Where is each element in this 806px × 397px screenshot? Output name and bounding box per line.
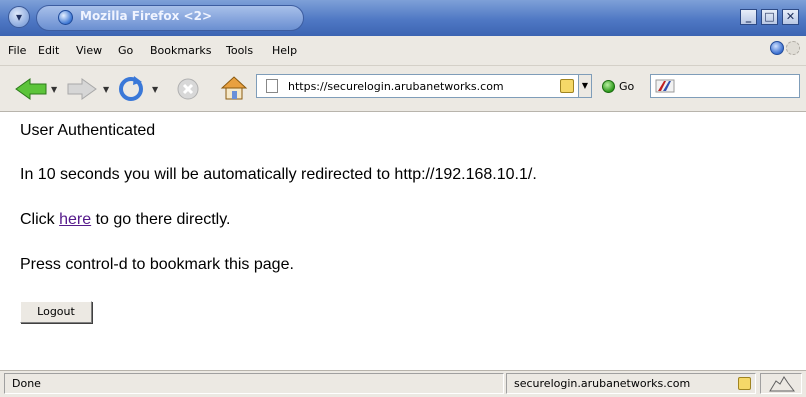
window-menu-button[interactable]: ▾ [8, 6, 30, 28]
lock-icon[interactable] [560, 79, 574, 93]
throbber-icon [770, 41, 784, 55]
activity-icon [786, 41, 800, 55]
close-button[interactable]: ✕ [782, 9, 799, 25]
menu-view[interactable]: View [76, 44, 102, 57]
menu-edit[interactable]: Edit [38, 44, 59, 57]
menu-tools[interactable]: Tools [226, 44, 253, 57]
direct-link-sentence: Click here to go there directly. [20, 211, 230, 229]
reload-dropdown-arrow-icon[interactable]: ▼ [152, 85, 158, 94]
here-link[interactable]: here [59, 211, 91, 228]
search-engine-icon[interactable] [654, 77, 676, 95]
url-history-dropdown[interactable]: ▼ [578, 74, 592, 98]
direct-link-prefix: Click [20, 211, 60, 228]
logout-button[interactable]: Logout [20, 301, 92, 323]
home-icon[interactable] [220, 75, 248, 101]
browser-window: ▾ Mozilla Firefox <2> _ □ ✕ File Edit Vi… [0, 0, 806, 397]
forward-dropdown-arrow-icon[interactable]: ▼ [103, 85, 109, 94]
status-lock-icon[interactable] [738, 377, 751, 390]
minimize-button[interactable]: _ [740, 9, 757, 25]
window-title: Mozilla Firefox <2> [80, 9, 212, 23]
go-icon[interactable] [602, 80, 615, 93]
menu-file[interactable]: File [8, 44, 26, 57]
stop-icon[interactable] [176, 77, 200, 101]
firefox-globe-icon [58, 10, 73, 25]
maximize-button[interactable]: □ [761, 9, 778, 25]
redirect-message: In 10 seconds you will be automatically … [20, 166, 537, 183]
back-dropdown-arrow-icon[interactable]: ▼ [51, 85, 57, 94]
page-icon [266, 79, 278, 93]
menu-help[interactable]: Help [272, 44, 297, 57]
menu-bookmarks[interactable]: Bookmarks [150, 44, 211, 57]
reload-icon[interactable] [118, 76, 144, 102]
direct-link-suffix: to go there directly. [91, 211, 231, 228]
bookmark-hint: Press control-d to bookmark this page. [20, 256, 294, 273]
url-text[interactable]: https://securelogin.arubanetworks.com [288, 80, 560, 93]
go-button-label[interactable]: Go [619, 80, 634, 93]
status-panel [4, 373, 504, 394]
title-bar: ▾ Mozilla Firefox <2> _ □ ✕ [0, 0, 806, 36]
menu-go[interactable]: Go [118, 44, 133, 57]
back-arrow-icon[interactable] [14, 78, 48, 100]
status-text: Done [12, 377, 41, 390]
page-content [0, 112, 806, 370]
dinosaur-icon [769, 376, 795, 392]
forward-arrow-icon[interactable] [66, 78, 98, 100]
auth-heading: User Authenticated [20, 122, 156, 139]
status-domain[interactable]: securelogin.arubanetworks.com [514, 377, 690, 390]
